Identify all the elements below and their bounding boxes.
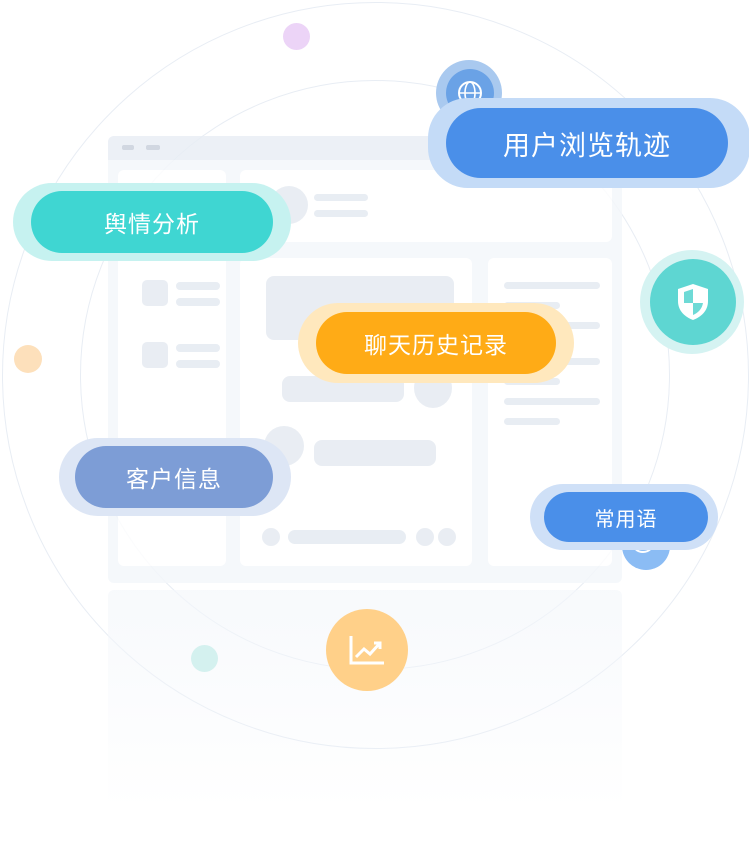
common-phrases-pill[interactable]: 常用语 <box>544 492 708 542</box>
browse-track-label: 用户浏览轨迹 <box>503 130 671 162</box>
decorative-dot-purple <box>283 23 310 50</box>
window-menu-item <box>122 145 134 150</box>
chat-history-pill[interactable]: 聊天历史记录 <box>316 312 556 374</box>
sentiment-pill[interactable]: 舆情分析 <box>31 191 273 253</box>
common-phrases-label: 常用语 <box>594 506 658 531</box>
customer-info-pill[interactable]: 客户信息 <box>75 446 273 508</box>
decorative-dot-cyan <box>191 645 218 672</box>
chat-history-label: 聊天历史记录 <box>364 333 508 359</box>
sentiment-label: 舆情分析 <box>104 212 200 238</box>
browse-track-pill[interactable]: 用户浏览轨迹 <box>446 108 728 178</box>
window-menu-item <box>146 145 160 150</box>
trend-chart-icon <box>326 609 408 691</box>
shield-icon <box>650 259 736 345</box>
decorative-dot-orange <box>14 345 42 373</box>
customer-info-label: 客户信息 <box>126 467 222 493</box>
